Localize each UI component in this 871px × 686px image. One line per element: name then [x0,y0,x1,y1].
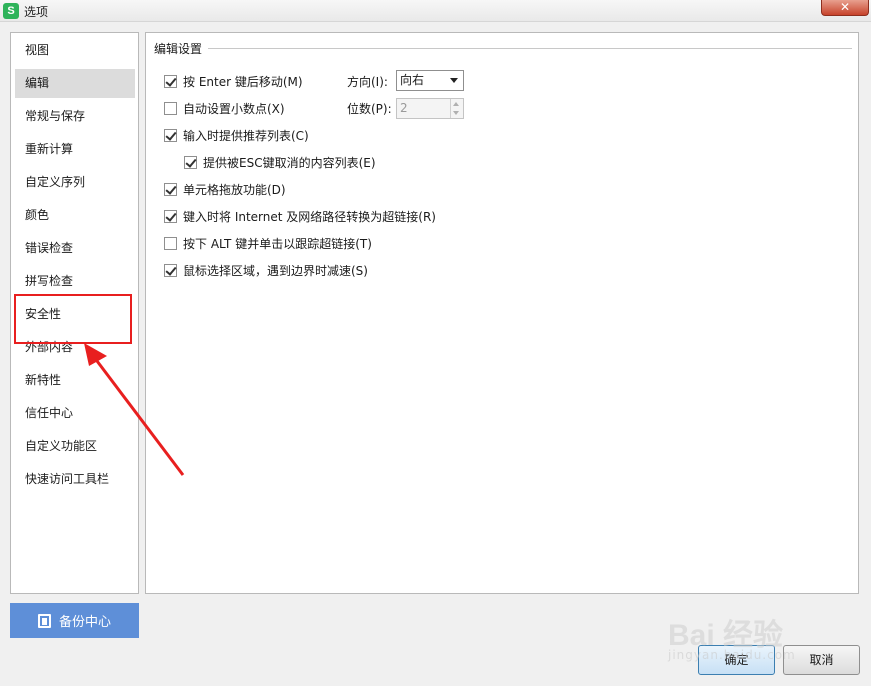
backup-center-button[interactable]: 备份中心 [10,603,139,638]
option-alt-click-hyperlink[interactable]: 按下 ALT 键并单击以跟踪超链接(T) [164,235,372,251]
direction-label: 方向(I): [347,75,388,89]
sidebar-item-edit[interactable]: 编辑 [15,69,135,98]
chevron-down-icon [450,78,458,83]
close-button[interactable]: ✕ [821,0,869,16]
checkbox[interactable] [184,155,197,169]
option-esc-canceled-list[interactable]: 提供被ESC键取消的内容列表(E) [184,154,376,170]
checkbox[interactable] [164,182,177,196]
window-title: 选项 [24,5,49,19]
section-title: 编辑设置 [154,40,207,57]
option-label: 提供被ESC键取消的内容列表(E) [203,155,376,170]
backup-center-label: 备份中心 [58,615,111,630]
backup-icon [37,613,51,628]
option-drag-drop[interactable]: 单元格拖放功能(D) [164,181,286,197]
stepper-buttons[interactable] [450,99,463,118]
options-sidebar: 视图 编辑 常规与保存 重新计算 自定义序列 颜色 错误检查 拼写检查 安全性 … [10,32,139,594]
direction-select[interactable]: 向右 [396,70,464,91]
checkbox[interactable] [164,128,177,142]
option-label: 鼠标选择区域，遇到边界时减速(S) [183,263,368,278]
sidebar-item-customize-ribbon[interactable]: 自定义功能区 [15,432,135,461]
option-label: 自动设置小数点(X) [183,101,285,116]
sidebar-item-spell-check[interactable]: 拼写检查 [15,267,135,296]
section-divider [208,48,852,49]
checkbox[interactable] [164,101,177,115]
checkbox[interactable] [164,263,177,277]
decimal-places-value: 2 [400,101,408,115]
sidebar-item-trust-center[interactable]: 信任中心 [15,399,135,428]
sidebar-item-view[interactable]: 视图 [15,36,135,65]
title-bar: S 选项 ✕ [0,0,871,22]
checkbox[interactable] [164,209,177,223]
option-label: 按 Enter 键后移动(M) [183,74,303,89]
sidebar-item-quick-access-toolbar[interactable]: 快速访问工具栏 [15,465,135,494]
option-slow-at-boundary[interactable]: 鼠标选择区域，遇到边界时减速(S) [164,262,368,278]
option-auto-hyperlink[interactable]: 键入时将 Internet 及网络路径转换为超链接(R) [164,208,436,224]
sidebar-item-recalculate[interactable]: 重新计算 [15,135,135,164]
option-label: 按下 ALT 键并单击以跟踪超链接(T) [183,236,372,251]
option-label: 键入时将 Internet 及网络路径转换为超链接(R) [183,209,436,224]
decimal-places-stepper[interactable]: 2 [396,98,464,119]
checkbox[interactable] [164,236,177,250]
spin-down-icon[interactable] [453,111,459,115]
cancel-button[interactable]: 取消 [783,645,860,675]
sidebar-item-custom-lists[interactable]: 自定义序列 [15,168,135,197]
sidebar-item-new-features[interactable]: 新特性 [15,366,135,395]
sidebar-item-error-check[interactable]: 错误检查 [15,234,135,263]
wps-spreadsheet-icon: S [3,3,19,19]
sidebar-item-external-content[interactable]: 外部内容 [15,333,135,362]
option-autocomplete-list[interactable]: 输入时提供推荐列表(C) [164,127,309,143]
decimal-places-label: 位数(P): [347,102,392,116]
ok-button[interactable]: 确定 [698,645,775,675]
option-auto-decimal[interactable]: 自动设置小数点(X) [164,100,285,116]
edit-settings-panel: 编辑设置 按 Enter 键后移动(M) 方向(I): 向右 自动设置小数点(X… [145,32,859,594]
sidebar-item-security[interactable]: 安全性 [15,300,135,329]
sidebar-item-general-save[interactable]: 常规与保存 [15,102,135,131]
option-move-after-enter[interactable]: 按 Enter 键后移动(M) [164,73,303,89]
sidebar-item-color[interactable]: 颜色 [15,201,135,230]
spin-up-icon[interactable] [453,102,459,106]
direction-value: 向右 [400,73,425,87]
option-label: 单元格拖放功能(D) [183,182,286,197]
option-label: 输入时提供推荐列表(C) [183,128,309,143]
checkbox[interactable] [164,74,177,88]
